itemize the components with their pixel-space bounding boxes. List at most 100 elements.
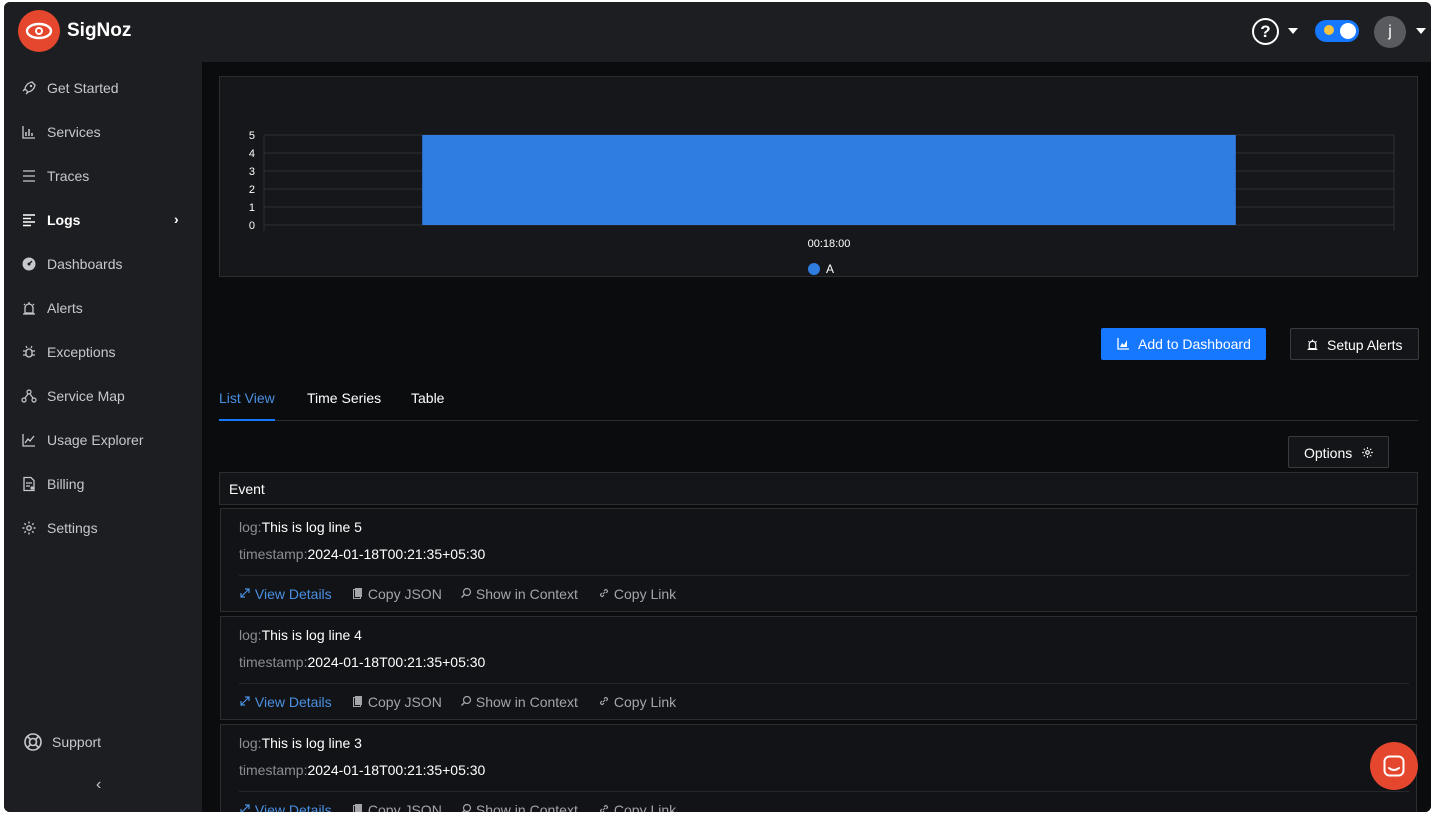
file-search-icon [462, 803, 472, 812]
user-chevron-down-icon[interactable] [1416, 28, 1426, 34]
sidebar-item-billing[interactable]: Billing [4, 466, 202, 502]
show-in-context-button[interactable]: Show in Context [460, 586, 578, 602]
copy-json-label: Copy JSON [367, 586, 442, 602]
timestamp-value: 2024-01-18T00:21:35+05:30 [307, 762, 486, 778]
legend-swatch [808, 263, 820, 275]
main-content: 0 1 2 3 4 5 00:18:00 A Add to Dashboard Setup A… [202, 62, 1431, 812]
tab-table[interactable]: Table [411, 390, 444, 406]
copy-json-button[interactable]: Copy JSON [352, 694, 442, 710]
support-label: Support [52, 734, 102, 750]
view-details-label: View Details [254, 694, 332, 710]
sidebar-item-support[interactable]: Support [4, 728, 202, 758]
timestamp-field: timestamp:2024-01-18T00:21:35+05:30 [239, 762, 485, 778]
copy-link-button[interactable]: Copy Link [598, 802, 676, 812]
sidebar-item-label: Exceptions [47, 344, 116, 360]
bar [422, 135, 1236, 225]
log-value: This is log line 5 [261, 519, 362, 535]
chat-launcher-button[interactable] [1370, 742, 1418, 790]
timestamp-key: timestamp: [239, 762, 308, 778]
sidebar-item-dashboards[interactable]: Dashboards [4, 246, 202, 282]
sidebar-item-services[interactable]: Services [4, 114, 202, 150]
top-bar: SigNoz ? j [4, 2, 1431, 62]
log-key: log: [239, 519, 262, 535]
log-value: This is log line 3 [261, 735, 362, 751]
copy-link-label: Copy Link [613, 802, 677, 812]
sidebar-item-exceptions[interactable]: Exceptions [4, 334, 202, 370]
log-field: log:This is log line 4 [239, 627, 362, 643]
link-icon [599, 696, 609, 706]
copy-icon [353, 696, 362, 707]
log-row[interactable]: log:This is log line 3 timestamp:2024-01… [220, 724, 1417, 812]
theme-toggle[interactable] [1315, 20, 1359, 42]
sidebar-item-traces[interactable]: Traces [4, 158, 202, 194]
file-search-icon [461, 587, 472, 598]
copy-json-button[interactable]: Copy JSON [352, 802, 442, 812]
log-key: log: [239, 627, 262, 643]
toggle-knob [1340, 23, 1356, 39]
sidebar-item-alerts[interactable]: Alerts [4, 290, 202, 326]
y-tick-label: 5 [249, 130, 255, 142]
help-chevron-down-icon[interactable] [1288, 28, 1298, 34]
copy-link-button[interactable]: Copy Link [598, 694, 676, 710]
setup-alerts-button[interactable]: Setup Alerts [1290, 328, 1419, 360]
chart-panel: 0 1 2 3 4 5 00:18:00 A [219, 76, 1418, 277]
add-to-dashboard-button[interactable]: Add to Dashboard [1101, 328, 1266, 360]
file-icon [23, 476, 35, 492]
log-row[interactable]: log:This is log line 4 timestamp:2024-01… [220, 616, 1417, 720]
copy-json-button[interactable]: Copy JSON [352, 586, 442, 602]
list-icon [23, 170, 35, 182]
show-in-context-label: Show in Context [475, 586, 578, 602]
alarm-icon [23, 302, 35, 315]
timestamp-value: 2024-01-18T00:21:35+05:30 [307, 546, 486, 562]
expand-icon [240, 804, 250, 812]
sidebar-item-label: Traces [47, 168, 90, 184]
app-window: SigNoz ? j Get Started Services Traces L… [4, 2, 1431, 812]
add-to-dashboard-label: Add to Dashboard [1138, 336, 1251, 352]
alarm-icon [1307, 339, 1318, 350]
sidebar: Get Started Services Traces Logs › Dashb… [4, 62, 202, 812]
sidebar-item-label: Services [47, 124, 101, 140]
brand-name: SigNoz [67, 20, 132, 41]
view-details-label: View Details [254, 586, 332, 602]
signoz-logo-icon[interactable] [18, 10, 60, 52]
collapse-sidebar-icon[interactable]: ‹ [96, 776, 101, 794]
view-details-link[interactable]: View Details [239, 802, 332, 812]
divider [239, 575, 1409, 576]
view-details-link[interactable]: View Details [239, 694, 332, 710]
dashboard-icon [22, 257, 36, 271]
chevron-right-icon: › [174, 211, 179, 227]
sidebar-item-settings[interactable]: Settings [4, 510, 202, 546]
active-tab-indicator [219, 419, 275, 421]
timestamp-value: 2024-01-18T00:21:35+05:30 [307, 654, 486, 670]
options-button[interactable]: Options [1288, 436, 1389, 468]
chat-icon [1383, 755, 1405, 777]
copy-link-button[interactable]: Copy Link [598, 586, 676, 602]
sidebar-item-get-started[interactable]: Get Started [4, 70, 202, 106]
align-left-icon [23, 214, 35, 227]
tab-time-series[interactable]: Time Series [307, 390, 381, 406]
sidebar-item-usage-explorer[interactable]: Usage Explorer [4, 422, 202, 458]
table-header: Event [219, 472, 1418, 505]
deployment-icon [21, 389, 37, 403]
show-in-context-button[interactable]: Show in Context [460, 802, 578, 812]
timestamp-field: timestamp:2024-01-18T00:21:35+05:30 [239, 546, 485, 562]
copy-json-label: Copy JSON [367, 694, 442, 710]
sidebar-item-label: Logs [47, 212, 81, 228]
show-in-context-button[interactable]: Show in Context [460, 694, 578, 710]
sidebar-item-service-map[interactable]: Service Map [4, 378, 202, 414]
show-in-context-label: Show in Context [475, 694, 578, 710]
log-field: log:This is log line 3 [239, 735, 362, 751]
show-in-context-label: Show in Context [475, 802, 578, 812]
sidebar-item-logs[interactable]: Logs › [4, 202, 202, 238]
view-details-link[interactable]: View Details [239, 586, 332, 602]
legend-label: A [826, 262, 834, 276]
avatar[interactable]: j [1374, 16, 1406, 48]
timestamp-field: timestamp:2024-01-18T00:21:35+05:30 [239, 654, 485, 670]
area-chart-icon [1117, 338, 1129, 350]
help-icon[interactable]: ? [1252, 18, 1279, 45]
copy-json-label: Copy JSON [367, 802, 442, 812]
sidebar-item-label: Usage Explorer [47, 432, 144, 448]
tab-list-view[interactable]: List View [219, 390, 275, 406]
log-row[interactable]: log:This is log line 5 timestamp:2024-01… [220, 508, 1417, 612]
gear-icon [22, 521, 36, 535]
